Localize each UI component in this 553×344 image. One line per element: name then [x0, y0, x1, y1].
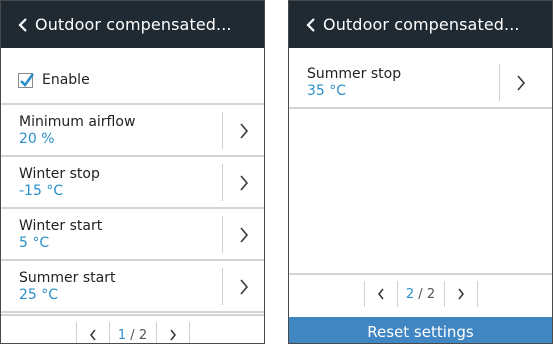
row-divider	[222, 216, 223, 253]
setting-label: Minimum airflow	[19, 114, 136, 130]
row-divider	[222, 268, 223, 305]
setting-label: Summer start	[19, 270, 116, 286]
enable-toggle-row[interactable]: Enable	[1, 58, 264, 105]
setting-label: Winter start	[19, 218, 103, 234]
back-button[interactable]	[1, 1, 29, 48]
setting-label: Summer stop	[307, 66, 402, 82]
row-divider	[222, 164, 223, 201]
setting-label: Winter stop	[19, 166, 100, 182]
open-minimum-airflow-button[interactable]	[224, 106, 264, 155]
enable-label: Enable	[42, 72, 90, 88]
pager-divider	[188, 322, 190, 343]
open-winter-stop-button[interactable]	[224, 158, 264, 207]
screen-header: Outdoor compensated...	[1, 1, 264, 48]
page-indicator: 2 / 2	[398, 287, 444, 302]
chevron-left-icon	[18, 17, 27, 32]
next-page-button[interactable]	[157, 322, 189, 343]
setting-row-summer-start[interactable]: Summer start 25 °C	[1, 262, 264, 313]
setting-value: 5 °C	[19, 235, 50, 251]
chevron-right-icon	[240, 174, 249, 191]
setting-row-minimum-airflow[interactable]: Minimum airflow 20 %	[1, 106, 264, 157]
open-summer-start-button[interactable]	[224, 262, 264, 311]
chevron-left-icon	[377, 288, 384, 300]
row-divider	[222, 112, 223, 149]
current-page: 1	[117, 327, 127, 343]
current-page: 2	[405, 286, 415, 302]
row-divider	[499, 64, 500, 101]
enable-checkbox[interactable]	[18, 73, 35, 88]
chevron-left-icon	[306, 17, 315, 32]
reset-settings-button[interactable]: Reset settings	[289, 317, 552, 343]
settings-screen-page-2: Outdoor compensated... Summer stop 35 °C…	[288, 0, 553, 344]
chevron-right-icon	[240, 278, 249, 295]
chevron-right-icon	[240, 226, 249, 243]
setting-value: 25 °C	[19, 287, 59, 303]
previous-page-button[interactable]	[365, 281, 397, 307]
settings-screen-page-1: Outdoor compensated... Enable Minimum ai…	[0, 0, 265, 344]
setting-row-summer-stop[interactable]: Summer stop 35 °C	[289, 58, 552, 109]
setting-row-winter-start[interactable]: Winter start 5 °C	[1, 210, 264, 261]
setting-value: 35 °C	[307, 83, 347, 99]
pagination: 1 / 2	[1, 314, 264, 343]
chevron-right-icon	[169, 329, 176, 341]
chevron-left-icon	[89, 329, 96, 341]
screen-title: Outdoor compensated...	[323, 15, 520, 34]
chevron-right-icon	[240, 122, 249, 139]
open-winter-start-button[interactable]	[224, 210, 264, 259]
setting-value: 20 %	[19, 131, 55, 147]
setting-value: -15 °C	[19, 183, 64, 199]
chevron-right-icon	[517, 74, 526, 91]
previous-page-button[interactable]	[77, 322, 109, 343]
page-indicator: 1 / 2	[110, 328, 156, 343]
back-button[interactable]	[289, 1, 317, 48]
screen-header: Outdoor compensated...	[289, 1, 552, 48]
page-separator: /	[130, 327, 135, 343]
chevron-right-icon	[457, 288, 464, 300]
total-pages: 2	[138, 327, 148, 343]
open-summer-stop-button[interactable]	[501, 58, 541, 107]
page-separator: /	[418, 286, 423, 302]
screen-title: Outdoor compensated...	[35, 15, 232, 34]
pager-divider	[476, 281, 478, 307]
checkmark-icon	[20, 73, 35, 87]
pagination: 2 / 2	[289, 273, 552, 313]
total-pages: 2	[426, 286, 436, 302]
next-page-button[interactable]	[445, 281, 477, 307]
setting-row-winter-stop[interactable]: Winter stop -15 °C	[1, 158, 264, 209]
